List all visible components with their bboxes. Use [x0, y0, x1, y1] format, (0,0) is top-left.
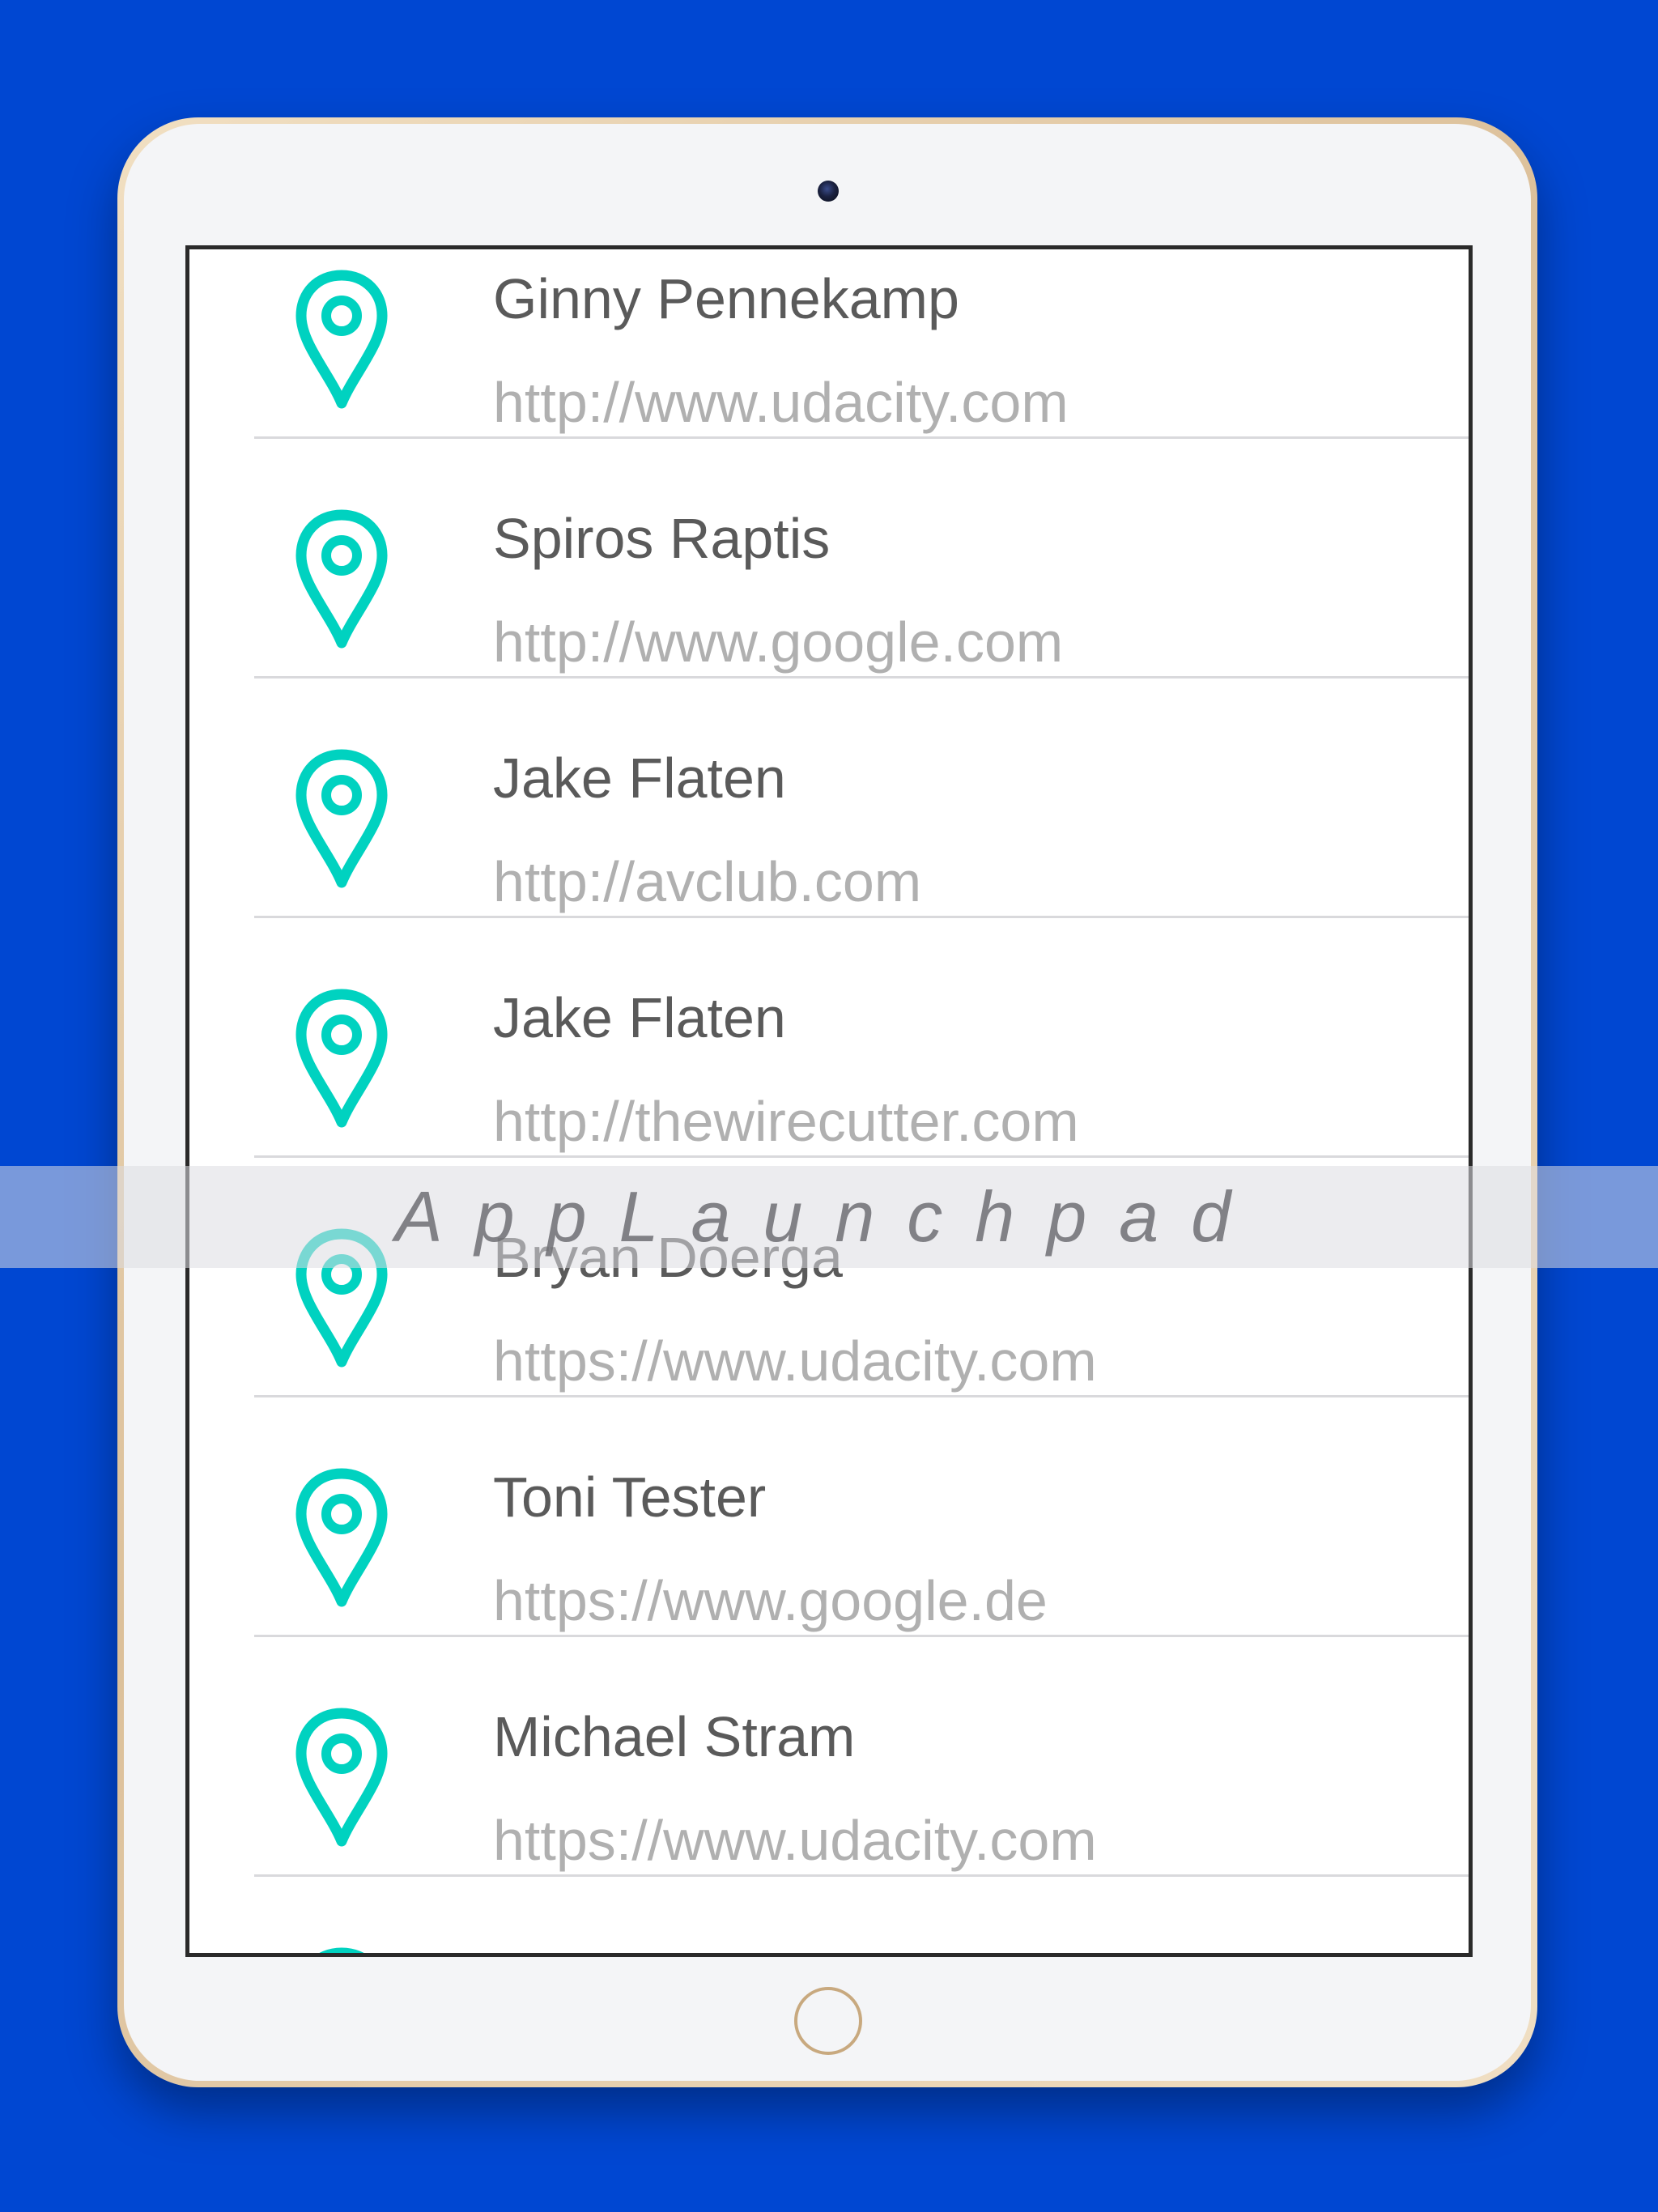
student-url: http://www.google.com	[493, 610, 1064, 674]
watermark-text: AppLaunchpad	[394, 1176, 1264, 1257]
app-screen: Ginny Pennekamp http://www.udacity.com S…	[185, 245, 1473, 1957]
map-pin-icon	[295, 1468, 388, 1607]
student-url: http://thewirecutter.com	[493, 1090, 1079, 1153]
student-name: Toni Tester	[493, 1465, 767, 1529]
list-item[interactable]: Jake Flaten http://thewirecutter.com	[189, 918, 1469, 1158]
student-name: Jake Flaten	[493, 747, 786, 810]
map-pin-icon	[295, 509, 388, 649]
map-pin-icon	[319, 1947, 364, 1953]
student-url: http://www.udacity.com	[493, 371, 1069, 434]
list-item[interactable]: Ginny Pennekamp http://www.udacity.com	[189, 249, 1469, 439]
student-name: Spiros Raptis	[493, 507, 831, 570]
list-item[interactable]: Jake Flaten http://avclub.com	[189, 678, 1469, 918]
home-button[interactable]	[794, 1987, 862, 2055]
map-pin-icon	[295, 989, 388, 1128]
student-location-list: Ginny Pennekamp http://www.udacity.com S…	[189, 249, 1469, 1953]
list-item[interactable]: Spiros Raptis http://www.google.com	[189, 439, 1469, 678]
student-name: Jake Flaten	[493, 986, 786, 1049]
student-name: Michael Stram	[493, 1705, 856, 1768]
list-item[interactable]: Toni Tester https://www.google.de	[189, 1397, 1469, 1637]
map-pin-icon	[295, 270, 388, 409]
student-url: https://www.google.de	[493, 1569, 1048, 1632]
student-name: Ginny Pennekamp	[493, 267, 959, 330]
student-url: https://www.udacity.com	[493, 1809, 1097, 1872]
list-item[interactable]: Toni Tester	[189, 1877, 1469, 1953]
student-url: https://www.udacity.com	[493, 1329, 1097, 1393]
map-pin-icon	[295, 1708, 388, 1847]
student-name: Toni Tester	[493, 1948, 766, 1953]
map-pin-icon	[295, 749, 388, 888]
list-item[interactable]: Michael Stram https://www.udacity.com	[189, 1637, 1469, 1877]
camera-icon	[818, 181, 839, 202]
student-url: http://avclub.com	[493, 850, 922, 913]
app-page: { "colors": { "background": "#0047d2", "…	[0, 0, 1658, 2212]
